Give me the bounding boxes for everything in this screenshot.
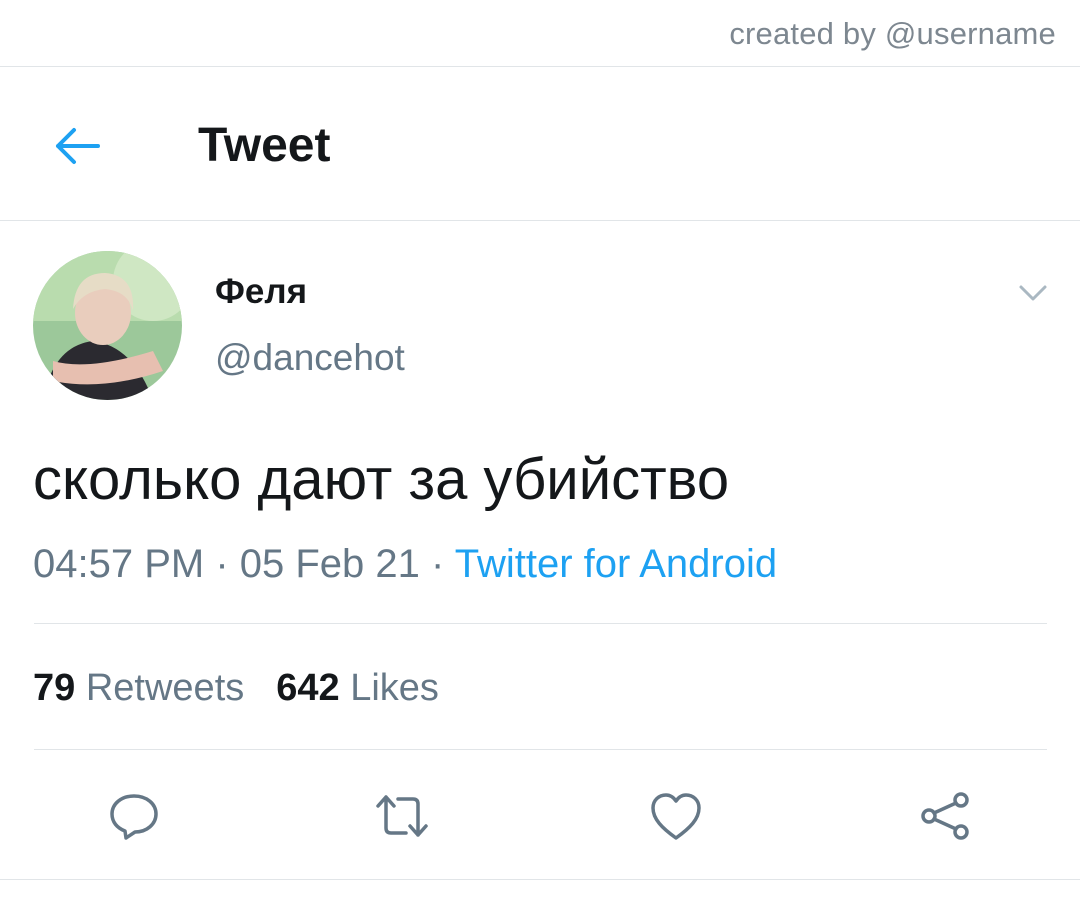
avatar[interactable] — [33, 251, 182, 400]
retweets-count: 79 — [33, 667, 76, 709]
likes-label: Likes — [350, 667, 439, 709]
divider — [0, 220, 1080, 221]
author-handle[interactable]: @dancehot — [215, 337, 405, 379]
tweet-source-link[interactable]: Twitter for Android — [455, 542, 777, 586]
divider — [34, 623, 1047, 624]
retweet-icon — [376, 795, 428, 837]
reply-icon — [110, 794, 158, 840]
author-display-name[interactable]: Феля — [215, 272, 307, 312]
retweet-button[interactable] — [370, 784, 434, 848]
reply-button[interactable] — [102, 784, 166, 848]
likes-stat[interactable]: 642 Likes — [276, 667, 439, 709]
tweet-meta: 04:57 PM · 05 Feb 21 · Twitter for Andro… — [33, 542, 777, 587]
heart-icon — [651, 793, 701, 840]
meta-separator: · — [419, 542, 455, 586]
tweet-date: 05 Feb 21 — [239, 542, 420, 586]
tweet-time: 04:57 PM — [33, 542, 205, 586]
tweet-menu-button[interactable] — [1010, 275, 1056, 311]
retweets-stat[interactable]: 79 Retweets — [33, 667, 244, 709]
tweet-text: сколько дают за убийство — [33, 447, 730, 512]
back-button[interactable] — [44, 115, 110, 177]
avatar-image — [33, 251, 182, 400]
divider — [0, 66, 1080, 67]
page-title: Tweet — [198, 119, 331, 172]
share-icon — [921, 792, 969, 840]
divider — [0, 879, 1080, 880]
retweets-label: Retweets — [85, 667, 245, 709]
arrow-left-icon — [56, 128, 100, 164]
likes-count: 642 — [276, 667, 340, 709]
like-button[interactable] — [644, 784, 708, 848]
share-button[interactable] — [913, 784, 977, 848]
chevron-down-icon — [1019, 285, 1047, 301]
tweet-stats: 79 Retweets 642 Likes — [33, 667, 439, 710]
watermark: created by @username — [729, 16, 1056, 51]
divider — [34, 749, 1047, 750]
meta-separator: · — [204, 542, 240, 586]
tweet-page: created by @username Tweet Феля @danceho… — [0, 0, 1080, 898]
